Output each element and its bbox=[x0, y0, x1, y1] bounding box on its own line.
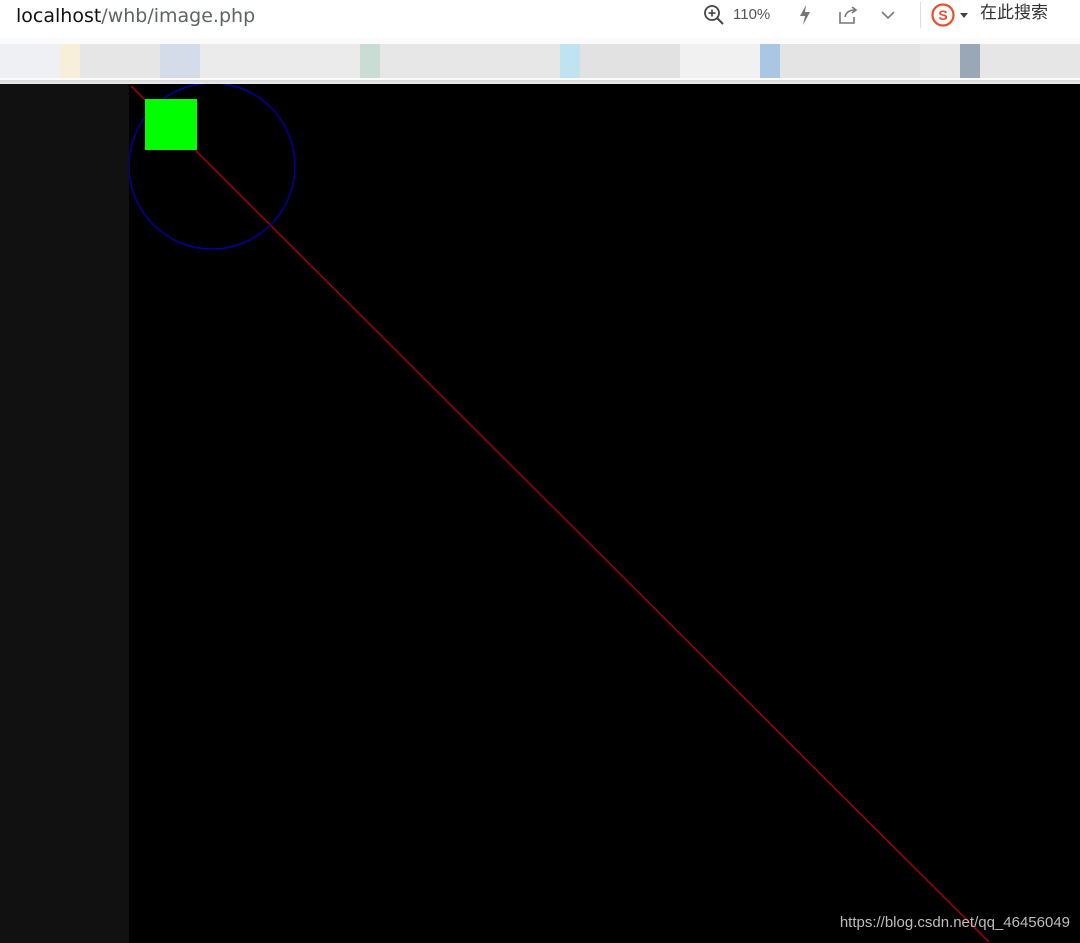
zoom-in-icon[interactable] bbox=[703, 4, 725, 26]
image-drawing bbox=[129, 84, 1080, 943]
dropdown-arrow-icon[interactable] bbox=[959, 4, 969, 26]
url-host: localhost bbox=[16, 5, 102, 27]
share-icon[interactable] bbox=[837, 4, 859, 26]
watermark-text: https://blog.csdn.net/qq_46456049 bbox=[839, 914, 1070, 931]
green-square bbox=[145, 99, 197, 150]
page-margin bbox=[0, 84, 129, 943]
search-placeholder[interactable]: 在此搜索 bbox=[980, 2, 1048, 24]
browser-toolbar: localhost/whb/image.php 110% S 在此搜索 bbox=[0, 0, 1080, 38]
lightning-icon[interactable] bbox=[797, 4, 813, 26]
image-background bbox=[129, 84, 1080, 943]
toolbar-divider bbox=[920, 2, 921, 28]
zoom-level[interactable]: 110% bbox=[733, 6, 770, 24]
svg-text:S: S bbox=[938, 7, 947, 23]
url-path: /whb/image.php bbox=[101, 5, 256, 27]
bookmarks-bar-blurred bbox=[0, 38, 1080, 84]
address-bar[interactable]: localhost/whb/image.php bbox=[16, 3, 255, 29]
generated-image: https://blog.csdn.net/qq_46456049 bbox=[129, 84, 1080, 943]
sogou-search-icon[interactable]: S bbox=[931, 3, 955, 27]
chevron-down-icon[interactable] bbox=[879, 4, 897, 26]
